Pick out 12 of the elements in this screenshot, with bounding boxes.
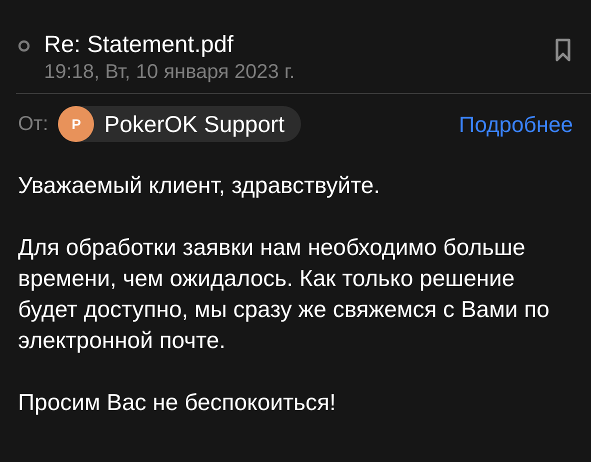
from-label: От: — [18, 112, 48, 137]
email-date: 19:18, Вт, 10 января 2023 г. — [44, 60, 296, 85]
details-link[interactable]: Подробнее — [458, 108, 573, 140]
sender-name: PokerOK Support — [104, 110, 285, 139]
body-paragraph: Для обработки заявки нам необходимо больше времени, чем ожидалось. Как только решение будет доступно, мы сразу же свяжемся с Вами по электронной почте. — [18, 233, 550, 355]
sender-chip[interactable]: P PokerOK Support — [58, 106, 301, 142]
body-paragraph: Просим Вас не беспокоиться! — [18, 388, 337, 417]
bookmark-icon[interactable] — [555, 38, 571, 62]
body-paragraph: Уважаемый клиент, здравствуйте. — [18, 171, 382, 200]
email-subject: Re: Statement.pdf — [44, 30, 234, 58]
status-ring-icon — [18, 40, 30, 52]
avatar: P — [58, 106, 94, 142]
